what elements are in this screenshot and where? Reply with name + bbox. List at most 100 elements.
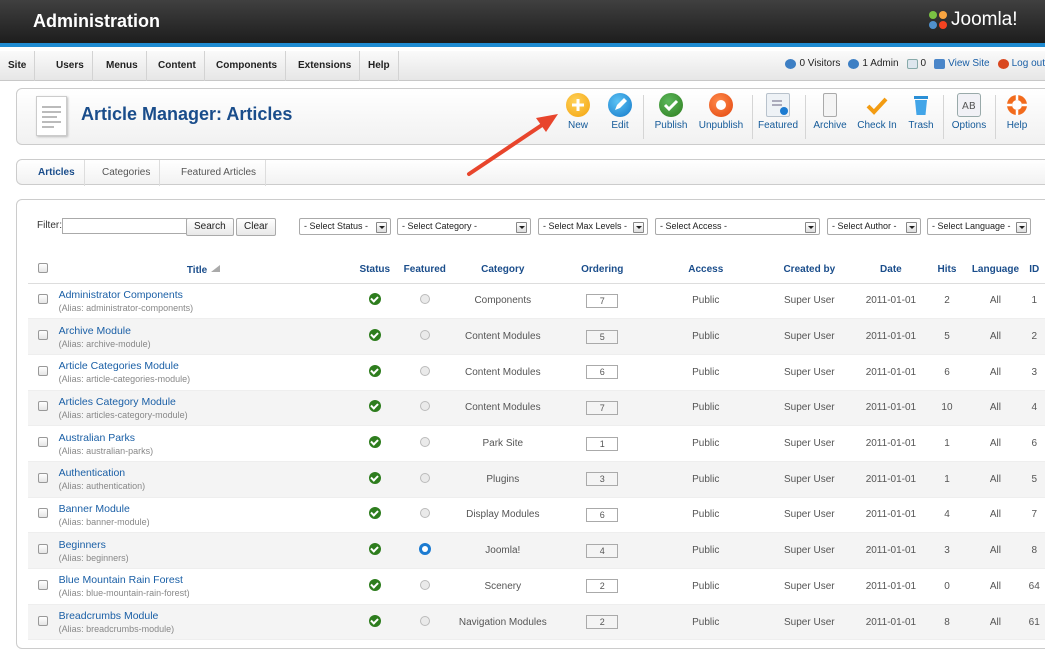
tab-articles[interactable]: Articles — [29, 160, 85, 186]
row-checkbox[interactable] — [38, 401, 49, 412]
row-checkbox[interactable] — [38, 508, 49, 519]
visitors-status[interactable]: 0 Visitors — [785, 58, 840, 69]
not-featured-icon[interactable] — [419, 401, 430, 412]
publish-button[interactable]: Publish — [651, 93, 691, 141]
not-featured-icon[interactable] — [419, 615, 430, 626]
article-title-link[interactable]: Archive Module — [59, 325, 350, 337]
article-title-link[interactable]: Australian Parks — [59, 432, 350, 444]
menu-content[interactable]: Content — [150, 51, 205, 81]
admins-status[interactable]: 1 Admin — [848, 58, 899, 69]
ordering-input[interactable]: 7 — [586, 400, 619, 415]
published-icon[interactable] — [368, 578, 381, 591]
check-in-button[interactable]: Check In — [855, 93, 899, 141]
tab-categories[interactable]: Categories — [93, 160, 161, 186]
article-title-link[interactable]: Banner Module — [59, 503, 350, 515]
article-title-link[interactable]: Beginners — [59, 539, 350, 551]
not-featured-icon[interactable] — [419, 472, 430, 483]
row-checkbox[interactable] — [38, 330, 49, 341]
admin-user-icon — [848, 58, 860, 69]
not-featured-icon[interactable] — [419, 330, 430, 341]
featured-star-icon[interactable] — [418, 543, 431, 556]
column-title[interactable]: Title — [58, 257, 350, 284]
search-button[interactable]: Search — [186, 218, 234, 236]
column-featured[interactable]: Featured — [400, 257, 450, 284]
article-title-link[interactable]: Article Categories Module — [59, 360, 350, 372]
ordering-input[interactable]: 7 — [586, 293, 619, 308]
not-featured-icon[interactable] — [419, 294, 430, 305]
row-checkbox[interactable] — [38, 544, 49, 555]
ordering-input[interactable]: 4 — [586, 543, 619, 558]
select-all-checkbox[interactable] — [38, 263, 49, 274]
column-created-by[interactable]: Created by — [763, 257, 856, 284]
edit-icon — [608, 93, 632, 117]
column-access[interactable]: Access — [648, 257, 764, 284]
row-checkbox[interactable] — [38, 472, 49, 483]
article-title-link[interactable]: Breadcrumbs Module — [59, 610, 350, 622]
new-button[interactable]: New — [559, 93, 597, 141]
article-title-link[interactable]: Authentication — [59, 467, 350, 479]
options-button[interactable]: AB Options — [949, 93, 989, 141]
menu-extensions[interactable]: Extensions — [290, 51, 361, 81]
title-cell: Australian Parks (Alias: australian-parks… — [58, 425, 350, 462]
article-title-link[interactable]: Articles Category Module — [59, 396, 350, 408]
column-hits[interactable]: Hits — [926, 257, 968, 284]
ordering-input[interactable]: 6 — [586, 507, 619, 522]
select-category[interactable]: - Select Category - — [397, 218, 531, 235]
clear-button[interactable]: Clear — [236, 218, 276, 236]
select-max-levels[interactable]: - Select Max Levels - — [538, 218, 648, 235]
help-button[interactable]: Help — [1001, 93, 1033, 141]
row-checkbox[interactable] — [38, 365, 49, 376]
messages-status[interactable]: 0 — [906, 58, 926, 69]
not-featured-icon[interactable] — [419, 508, 430, 519]
published-icon[interactable] — [368, 400, 381, 413]
column-date[interactable]: Date — [855, 257, 927, 284]
logout-link[interactable]: Log out — [997, 58, 1045, 69]
view-site-link[interactable]: View Site — [934, 58, 990, 69]
row-checkbox[interactable] — [38, 579, 49, 590]
not-featured-icon[interactable] — [419, 437, 430, 448]
column-category[interactable]: Category — [449, 257, 557, 284]
tab-featured-articles[interactable]: Featured Articles — [172, 160, 267, 186]
ordering-input[interactable]: 5 — [586, 329, 619, 344]
column-ordering[interactable]: Ordering — [556, 257, 649, 284]
published-icon[interactable] — [368, 364, 381, 377]
select-language[interactable]: - Select Language - — [927, 218, 1031, 235]
menu-menus[interactable]: Menus — [98, 51, 147, 81]
filter-search-input[interactable] — [62, 218, 199, 234]
select-status[interactable]: - Select Status - — [299, 218, 391, 235]
published-icon[interactable] — [368, 543, 381, 556]
published-icon[interactable] — [368, 507, 381, 520]
menu-help[interactable]: Help — [360, 51, 399, 81]
menu-site[interactable]: Site — [0, 51, 36, 81]
featured-button[interactable]: Featured — [757, 93, 799, 141]
archive-button[interactable]: Archive — [810, 93, 850, 141]
not-featured-icon[interactable] — [419, 579, 430, 590]
article-title-link[interactable]: Blue Mountain Rain Forest — [59, 574, 350, 586]
not-featured-icon[interactable] — [419, 365, 430, 376]
column-id[interactable]: ID — [1023, 257, 1045, 284]
ordering-input[interactable]: 6 — [586, 365, 619, 380]
edit-button[interactable]: Edit — [604, 93, 636, 141]
article-title-link[interactable]: Administrator Components — [59, 289, 350, 301]
row-checkbox[interactable] — [38, 294, 49, 305]
published-icon[interactable] — [368, 614, 381, 627]
column-status[interactable]: Status — [349, 257, 401, 284]
ordering-input[interactable]: 2 — [586, 615, 619, 630]
select-author[interactable]: - Select Author - — [827, 218, 921, 235]
trash-button[interactable]: Trash — [905, 93, 937, 141]
ordering-input[interactable]: 2 — [586, 579, 619, 594]
select-access[interactable]: - Select Access - — [655, 218, 820, 235]
published-icon[interactable] — [368, 293, 381, 306]
published-icon[interactable] — [368, 471, 381, 484]
published-icon[interactable] — [368, 436, 381, 449]
ordering-input[interactable]: 1 — [586, 436, 619, 451]
row-checkbox[interactable] — [38, 437, 49, 448]
row-checkbox[interactable] — [38, 615, 49, 626]
menu-components[interactable]: Components — [208, 51, 287, 81]
column-language[interactable]: Language — [967, 257, 1024, 284]
ordering-input[interactable]: 3 — [586, 472, 619, 487]
menu-users[interactable]: Users — [48, 51, 93, 81]
joomla-logo[interactable]: Joomla! — [928, 9, 1018, 31]
published-icon[interactable] — [368, 329, 381, 342]
unpublish-button[interactable]: Unpublish — [696, 93, 746, 141]
